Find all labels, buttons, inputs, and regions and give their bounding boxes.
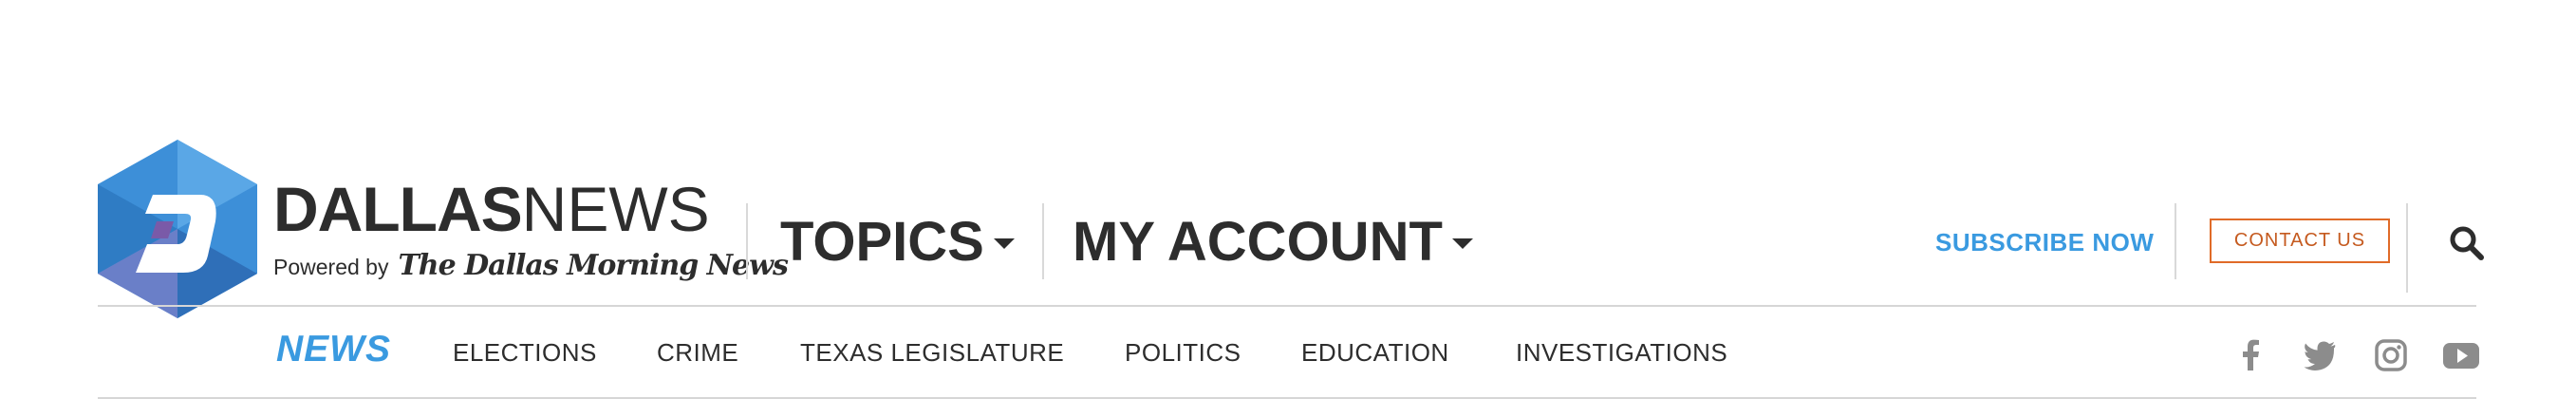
current-section-label[interactable]: NEWS (276, 329, 391, 370)
my-account-menu-button[interactable]: MY ACCOUNT (1073, 203, 1473, 279)
brand-name-bold: DALLAS (273, 174, 523, 244)
facebook-icon[interactable] (2234, 338, 2268, 372)
section-item-politics[interactable]: POLITICS (1125, 338, 1241, 368)
divider (1042, 203, 1044, 279)
twitter-icon[interactable] (2303, 338, 2337, 372)
subscribe-now-link[interactable]: SUBSCRIBE NOW (1935, 228, 2154, 257)
chevron-down-icon (1451, 238, 1473, 249)
parent-paper-logo: The Dallas Morning News (398, 249, 788, 282)
section-item-investigations[interactable]: INVESTIGATIONS (1516, 338, 1727, 368)
search-icon[interactable] (2448, 224, 2486, 262)
youtube-icon[interactable] (2442, 338, 2480, 372)
instagram-icon[interactable] (2374, 338, 2408, 372)
topics-label: TOPICS (780, 210, 984, 273)
brand-name-light: NEWS (521, 174, 710, 244)
powered-by-line: Powered by The Dallas Morning News (273, 249, 789, 287)
divider (746, 203, 748, 279)
brand-wordmark[interactable]: DALLASNEWS (273, 178, 710, 240)
contact-us-button[interactable]: CONTACT US (2210, 218, 2390, 263)
section-item-elections[interactable]: ELECTIONS (453, 338, 597, 368)
site-header: DALLASNEWS Powered by The Dallas Morning… (0, 0, 2576, 399)
topics-menu-button[interactable]: TOPICS (780, 203, 1015, 279)
section-item-crime[interactable]: CRIME (657, 338, 738, 368)
powered-by-label: Powered by (273, 255, 389, 279)
section-item-texas-legislature[interactable]: TEXAS LEGISLATURE (800, 338, 1064, 368)
my-account-label: MY ACCOUNT (1073, 210, 1443, 273)
divider (2406, 203, 2408, 293)
contact-us-label: CONTACT US (2233, 230, 2366, 251)
divider (2175, 203, 2176, 279)
section-item-education[interactable]: EDUCATION (1301, 338, 1449, 368)
header-divider (98, 305, 2476, 307)
chevron-down-icon (993, 238, 1015, 249)
dallasnews-logo-icon[interactable] (98, 140, 257, 318)
